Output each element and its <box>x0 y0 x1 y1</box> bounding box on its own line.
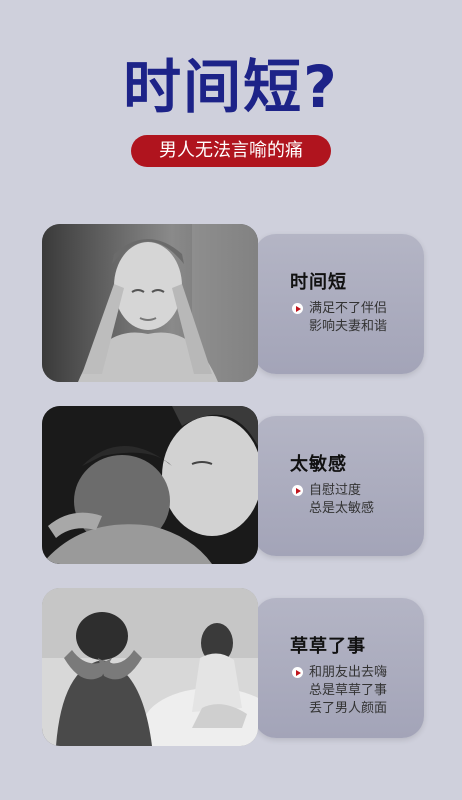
photo-couple <box>42 406 258 564</box>
card-line: 和朋友出去嗨 <box>309 665 388 680</box>
card-title: 草草了事 <box>290 636 366 657</box>
card-line: 自慰过度 <box>309 483 362 498</box>
card-bullet: 和朋友出去嗨 总是草草了事 丢了男人颜面 <box>292 664 387 718</box>
subtitle-badge: 男人无法言喻的痛 <box>131 135 331 167</box>
card-time-short: 时间短 满足不了伴侣 影响夫妻和谐 <box>42 224 424 382</box>
card-title: 时间短 <box>290 272 347 293</box>
card-line: 总是草草了事 <box>309 683 388 698</box>
card-bullet: 满足不了伴侣 影响夫妻和谐 <box>292 300 387 336</box>
card-line: 满足不了伴侣 <box>309 301 388 316</box>
card-line: 丢了男人颜面 <box>309 701 388 716</box>
card-too-sensitive: 太敏感 自慰过度 总是太敏感 <box>42 406 424 564</box>
card-line: 影响夫妻和谐 <box>309 319 388 334</box>
card-title: 太敏感 <box>290 454 347 475</box>
play-icon <box>292 485 303 496</box>
card-hasty: 草草了事 和朋友出去嗨 总是草草了事 丢了男人颜面 <box>42 588 424 746</box>
play-icon <box>292 667 303 678</box>
card-line: 总是太敏感 <box>309 501 375 516</box>
photo-stressed-woman <box>42 224 258 382</box>
card-bullet: 自慰过度 总是太敏感 <box>292 482 374 518</box>
photo-upset-couple <box>42 588 258 746</box>
page-title: 时间短? <box>123 53 339 121</box>
play-icon <box>292 303 303 314</box>
